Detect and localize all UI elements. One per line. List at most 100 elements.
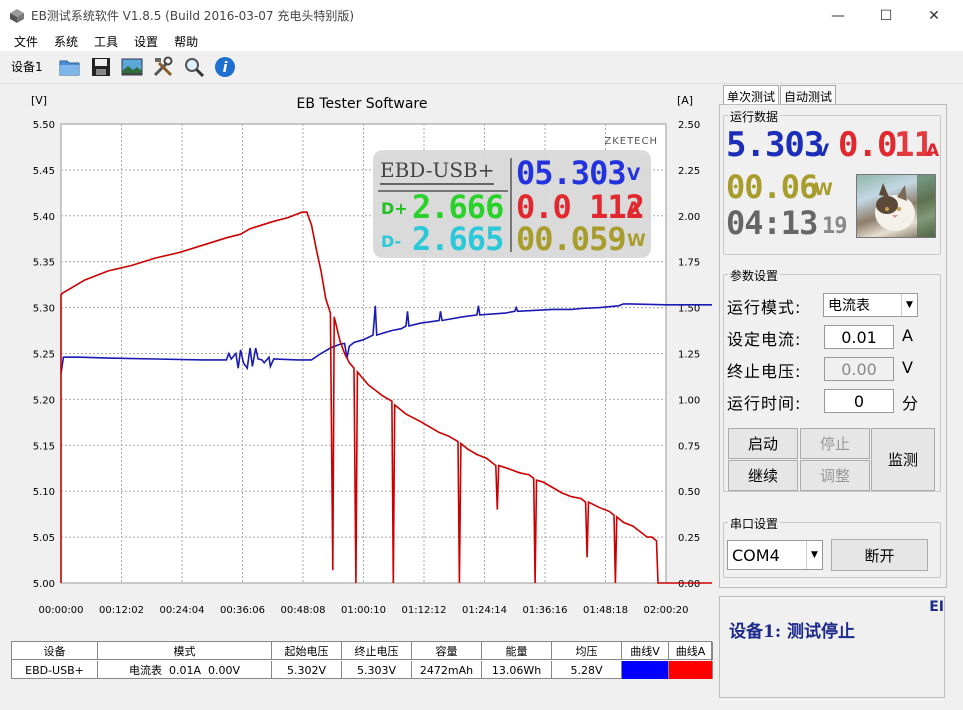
app-icon <box>10 8 24 23</box>
save-icon[interactable] <box>89 55 113 79</box>
lcd-voltage-value: 05.303 <box>516 154 627 192</box>
continue-button[interactable]: 继续 <box>728 460 798 491</box>
x-tick-label: 00:36:06 <box>220 605 265 616</box>
table-cell: 13.06Wh <box>482 661 552 679</box>
y-right-tick-label: 1.25 <box>678 350 700 361</box>
run-voltage-value: 5.303 <box>726 125 824 165</box>
table-cell: 5.303V <box>342 661 412 679</box>
start-button[interactable]: 启动 <box>728 428 798 459</box>
test-tabs: 单次测试 自动测试 <box>723 85 837 105</box>
y-left-tick-label: 5.20 <box>33 395 55 406</box>
lcd-current-unit: A <box>627 199 641 219</box>
run-power-unit: W <box>814 180 833 200</box>
table-cell: 5.302V <box>272 661 342 679</box>
menu-system[interactable]: 系统 <box>54 33 78 50</box>
table-header-row: 设备 模式 起始电压 终止电压 容量 能量 均压 曲线V 曲线A <box>12 642 713 660</box>
params-title: 参数设置 <box>728 267 781 284</box>
y-right-tick-label: 2.25 <box>678 166 700 177</box>
run-current-value: 0.0 <box>838 125 897 165</box>
y-right-axis-label: [A] <box>677 94 693 107</box>
y-left-tick-label: 5.50 <box>33 120 55 131</box>
info-icon[interactable]: i <box>213 55 237 79</box>
adjust-button[interactable]: 调整 <box>800 460 870 491</box>
chart-watermark: ZKETECH <box>604 136 658 147</box>
table-cell: 2472mAh <box>412 661 482 679</box>
y-left-tick-label: 5.10 <box>33 487 55 498</box>
y-right-tick-label: 2.00 <box>678 212 700 223</box>
lcd-dminus-label: D- <box>381 232 402 251</box>
device-tab[interactable]: 设备1 <box>11 58 43 75</box>
run-time-unit: 分 <box>902 394 919 413</box>
chevron-down-icon[interactable]: ▼ <box>901 294 917 316</box>
tab-auto-test[interactable]: 自动测试 <box>780 85 837 105</box>
table-header-cell: 设备 <box>12 642 98 660</box>
table-header-cell: 均压 <box>552 642 622 660</box>
mode-select[interactable]: 电流表 ▼ <box>823 293 918 317</box>
com-port-select[interactable]: COM4 ▼ <box>727 540 823 570</box>
x-tick-label: 01:00:10 <box>341 605 386 616</box>
table-header-cell: 终止电压 <box>342 642 412 660</box>
cutoff-voltage-field[interactable]: 0.00 <box>824 357 894 381</box>
y-right-tick-label: 2.50 <box>678 120 700 131</box>
run-power-value: 00.06 <box>726 168 818 206</box>
lcd-device-name: EBD-USB+ <box>380 158 495 185</box>
lcd-dplus-label: D+ <box>381 199 408 218</box>
menu-settings[interactable]: 设置 <box>134 33 158 50</box>
set-current-field[interactable]: 0.01 <box>824 325 894 349</box>
lcd-divider <box>510 158 512 252</box>
svg-text:i: i <box>223 60 228 76</box>
run-voltage-unit: V <box>816 141 830 161</box>
y-right-tick-label: 0.75 <box>678 441 700 452</box>
table-header-cell: 容量 <box>412 642 482 660</box>
disconnect-button[interactable]: 断开 <box>831 539 928 571</box>
run-data-title: 运行数据 <box>728 108 781 125</box>
maximize-button[interactable]: ☐ <box>863 0 909 31</box>
run-current-unit: A <box>926 141 940 161</box>
com-port-value: COM4 <box>732 545 780 565</box>
close-button[interactable]: ✕ <box>911 0 957 31</box>
table-row: EBD-USB+ 电流表 0.01A 0.00V 5.302V 5.303V 2472m… <box>12 661 713 679</box>
curve-a-swatch[interactable] <box>669 661 713 679</box>
mode-select-value: 电流表 <box>828 298 870 314</box>
y-left-tick-label: 5.40 <box>33 212 55 223</box>
chevron-down-icon[interactable]: ▼ <box>806 541 822 569</box>
lcd-voltage-unit: V <box>627 165 641 185</box>
menu-tools[interactable]: 工具 <box>94 33 118 50</box>
menu-help[interactable]: 帮助 <box>174 33 198 50</box>
run-time-value: 04:13 <box>726 204 818 242</box>
x-tick-label: 00:00:00 <box>39 605 84 616</box>
window-title: EB测试系统软件 V1.8.5 (Build 2016-03-07 充电头特别版… <box>31 9 355 23</box>
x-tick-label: 00:48:08 <box>281 605 326 616</box>
menu-bar: 文件 系统 工具 设置 帮助 <box>0 31 963 51</box>
table-header-cell: 曲线A <box>669 642 713 660</box>
y-left-tick-label: 5.45 <box>33 166 55 177</box>
tab-single-test[interactable]: 单次测试 <box>723 85 780 105</box>
folder-icon[interactable] <box>58 55 82 79</box>
monitor-button[interactable]: 监测 <box>871 428 935 491</box>
menu-file[interactable]: 文件 <box>14 33 38 50</box>
cat-icon <box>875 175 935 237</box>
lcd-power-value: 00.059 <box>516 220 627 258</box>
table-cell: 5.28V <box>552 661 622 679</box>
cutoff-voltage-unit: V <box>902 358 913 377</box>
x-tick-label: 01:12:12 <box>402 605 447 616</box>
status-corner-text: EI <box>929 599 944 615</box>
tools-icon[interactable] <box>151 55 175 79</box>
y-right-tick-label: 0.00 <box>678 579 700 590</box>
x-tick-label: 00:24:04 <box>160 605 205 616</box>
minimize-button[interactable]: — <box>815 0 861 31</box>
lcd-dminus-value: 2.665 <box>412 220 504 258</box>
table-header-cell: 起始电压 <box>272 642 342 660</box>
mode-label: 运行模式: <box>727 298 802 317</box>
stop-button[interactable]: 停止 <box>800 428 870 459</box>
curve-v-swatch[interactable] <box>622 661 669 679</box>
run-time-field[interactable]: 0 <box>824 389 894 413</box>
table-cell: EBD-USB+ <box>12 661 98 679</box>
search-icon[interactable] <box>182 55 206 79</box>
x-tick-label: 01:24:14 <box>462 605 507 616</box>
image-icon[interactable] <box>120 55 144 79</box>
y-right-tick-label: 0.50 <box>678 487 700 498</box>
table-cell: 电流表 0.01A 0.00V <box>98 661 272 679</box>
y-left-tick-label: 5.30 <box>33 304 55 315</box>
y-right-tick-label: 1.75 <box>678 258 700 269</box>
